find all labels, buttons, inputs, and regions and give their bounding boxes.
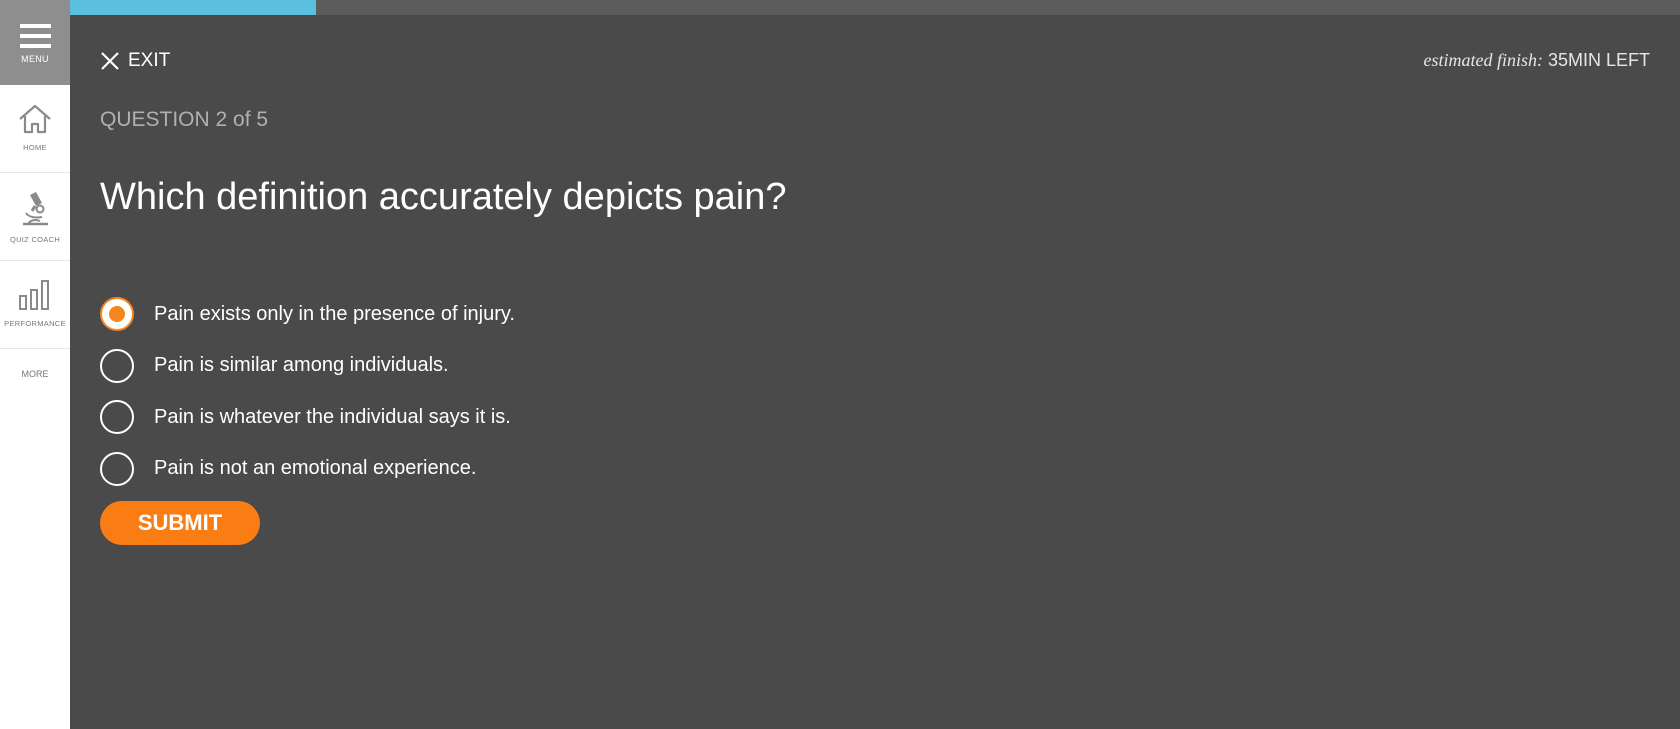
answer-option[interactable]: Pain is not an emotional experience. — [100, 449, 515, 489]
radio-button[interactable] — [100, 451, 134, 486]
estimated-finish: estimated finish: 35MIN LEFT — [1423, 50, 1650, 71]
close-icon — [101, 52, 119, 70]
answer-option[interactable]: Pain is similar among individuals. — [100, 346, 515, 386]
progress-bar — [70, 0, 1680, 15]
question-counter: QUESTION 2 of 5 — [100, 108, 269, 131]
sidebar: MENU HOME QUIZ COACH PERFORMANCE MORE — [0, 0, 70, 729]
progress-fill — [70, 0, 317, 15]
sidebar-item-more[interactable]: MORE — [0, 349, 70, 399]
question-text: Which definition accurately depicts pain… — [100, 176, 787, 218]
home-icon — [19, 104, 51, 134]
menu-button[interactable]: MENU — [0, 0, 70, 85]
answer-label: Pain is similar among individuals. — [154, 354, 449, 376]
radio-button[interactable] — [100, 297, 134, 331]
answer-option[interactable]: Pain exists only in the presence of inju… — [100, 294, 515, 334]
sidebar-item-home[interactable]: HOME — [0, 85, 70, 173]
estimate-value: 35MIN LEFT — [1547, 50, 1650, 70]
exit-button[interactable]: EXIT — [100, 50, 170, 72]
radio-dot-icon — [109, 306, 125, 322]
sidebar-item-label: QUIZ COACH — [9, 235, 61, 244]
bar-chart-icon — [19, 280, 49, 310]
answer-options: Pain exists only in the presence of inju… — [100, 294, 515, 500]
answer-option[interactable]: Pain is whatever the individual says it … — [100, 397, 515, 437]
radio-button[interactable] — [100, 400, 134, 434]
sidebar-item-quiz-coach[interactable]: QUIZ COACH — [0, 173, 70, 261]
answer-label: Pain exists only in the presence of inju… — [154, 302, 515, 325]
estimate-label: estimated finish: — [1423, 50, 1543, 70]
sidebar-item-performance[interactable]: PERFORMANCE — [0, 261, 70, 349]
answer-label: Pain is whatever the individual says it … — [154, 405, 511, 428]
sidebar-item-label: PERFORMANCE — [4, 319, 66, 328]
exit-label: EXIT — [128, 50, 171, 71]
hamburger-icon — [19, 24, 51, 54]
answer-label: Pain is not an emotional experience. — [154, 457, 477, 479]
submit-button[interactable]: SUBMIT — [100, 501, 260, 545]
microscope-icon — [23, 192, 48, 226]
menu-label: MENU — [21, 54, 49, 64]
sidebar-item-label: HOME — [23, 143, 47, 152]
radio-button[interactable] — [100, 348, 134, 383]
